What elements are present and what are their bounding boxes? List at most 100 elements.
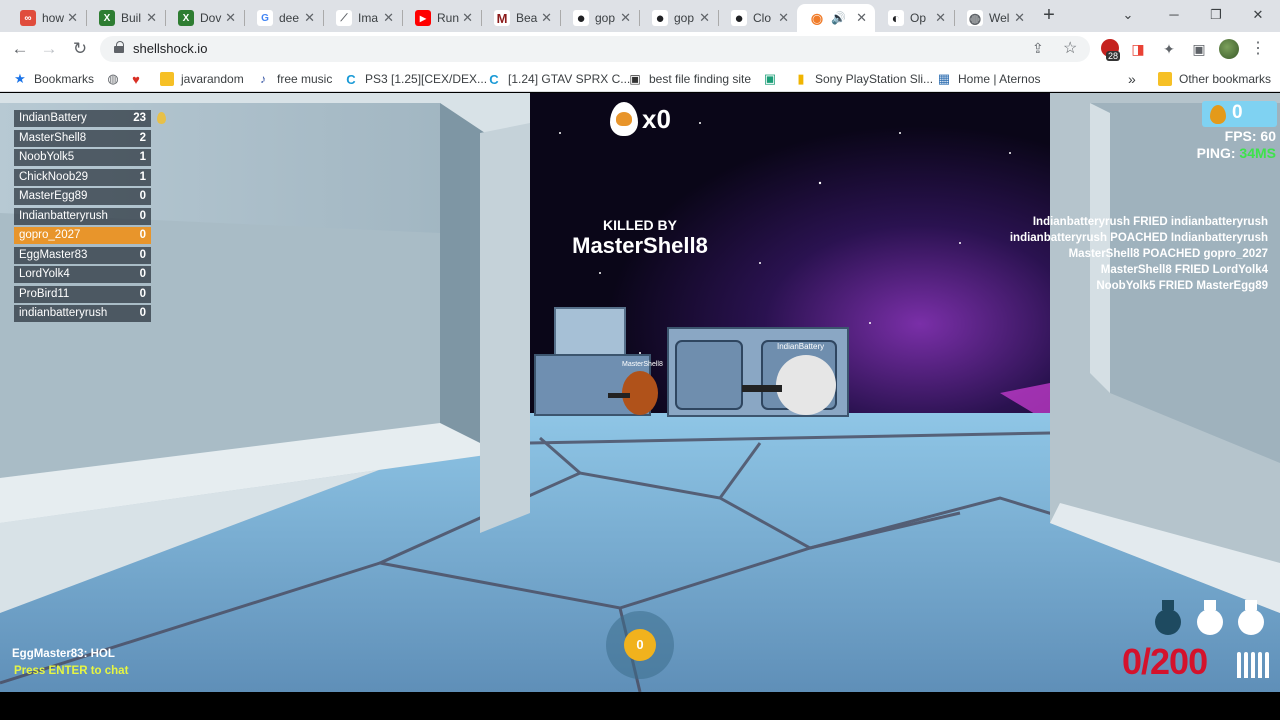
- game-viewport[interactable]: MasterShell8 IndianBattery IndianBattery…: [0, 93, 1280, 692]
- taskbar-strip: [0, 692, 1280, 720]
- bookmark-item[interactable]: ▬ javarandom: [160, 71, 244, 87]
- restore-button[interactable]: ❐: [1196, 4, 1236, 26]
- golden-egg-counter[interactable]: 0: [1202, 101, 1277, 127]
- scoreboard-row: MasterEgg89 0: [14, 188, 151, 205]
- tab-close-icon[interactable]: ✕: [225, 10, 236, 26]
- kill-feed-entry: indianbatteryrush POACHED Indianbatteryr…: [1009, 232, 1268, 244]
- tab-close-icon[interactable]: ✕: [146, 10, 157, 26]
- tab-close-icon[interactable]: ✕: [304, 10, 315, 26]
- tab-strip: ∞ how ✕ X Buil ✕ X Dov ✕ G dee ✕ ⟋ Ima ✕…: [0, 0, 1280, 32]
- scoreboard-row: IndianBattery 23: [14, 110, 166, 127]
- bookmark-item[interactable]: ▦ Home | Aternos: [937, 71, 1041, 87]
- bookmark-item[interactable]: ♥: [129, 71, 150, 87]
- browser-tab[interactable]: ◐ Op ✕: [876, 4, 954, 32]
- reload-button[interactable]: ↻: [69, 38, 91, 60]
- browser-tab[interactable]: ● gop ✕: [561, 4, 639, 32]
- tab-close-icon[interactable]: ✕: [1014, 10, 1025, 26]
- star-icon: ★: [14, 71, 26, 86]
- tab-favicon-icon: ◉: [809, 9, 825, 26]
- ammo-counter: 0/200: [1122, 641, 1208, 682]
- tab-audio-icon[interactable]: 🔊: [831, 11, 851, 25]
- browser-tab[interactable]: ● Clo ✕: [719, 4, 797, 32]
- tab-close-icon[interactable]: ✕: [383, 10, 394, 26]
- player-name: ChickNoob29: [19, 170, 89, 183]
- browser-tab[interactable]: G dee ✕: [245, 4, 323, 32]
- extensions-puzzle-icon[interactable]: ✦: [1159, 39, 1179, 59]
- bookmark-item[interactable]: ▮ Sony PlayStation Sli...: [794, 71, 933, 87]
- player-name: indianbatteryrush: [19, 307, 108, 319]
- bookmark-star-icon[interactable]: ☆: [1063, 38, 1077, 58]
- tab-close-icon[interactable]: ✕: [541, 10, 552, 26]
- tab-title: Ima: [358, 11, 379, 25]
- bookmark-item[interactable]: ★ Bookmarks: [13, 71, 94, 87]
- tab-close-icon[interactable]: ✕: [462, 10, 473, 26]
- browser-tab[interactable]: ▶ Run ✕: [403, 4, 481, 32]
- egg-skull-icon: [610, 102, 638, 136]
- extension-badge: 28: [1106, 51, 1121, 61]
- profile-avatar[interactable]: [1219, 39, 1239, 59]
- tab-close-icon[interactable]: ✕: [699, 10, 710, 26]
- tab-title: gop: [595, 11, 616, 25]
- browser-tab[interactable]: ∞ how ✕: [8, 4, 86, 32]
- more-bookmarks-button[interactable]: »: [1128, 71, 1136, 87]
- browser-tab[interactable]: ◍ Wel ✕: [955, 4, 1033, 32]
- minimize-button[interactable]: ─: [1154, 4, 1194, 26]
- share-icon[interactable]: ⇪: [1032, 40, 1044, 57]
- lock-icon[interactable]: [114, 41, 124, 53]
- bookmark-item[interactable]: ▣: [763, 71, 784, 87]
- tab-title: Op: [910, 11, 927, 25]
- menu-icon[interactable]: ⋮: [1248, 39, 1268, 59]
- player-score: 1: [139, 170, 146, 183]
- extension-color-icon[interactable]: ◨: [1128, 39, 1148, 59]
- tab-title: Wel: [989, 11, 1010, 25]
- bookmark-item[interactable]: ▣ best file finding site: [628, 71, 751, 87]
- bookmark-label: best file finding site: [649, 72, 752, 86]
- new-tab-button[interactable]: +: [1038, 4, 1060, 26]
- player-score: 0: [139, 287, 146, 300]
- bookmark-item[interactable]: C PS3 [1.25][CEX/DEX...: [344, 71, 487, 87]
- tab-close-icon[interactable]: ✕: [67, 10, 78, 26]
- tab-favicon-icon: ●: [652, 10, 668, 27]
- player-name: Indianbatteryrush: [19, 209, 108, 222]
- other-bookmarks[interactable]: Other bookmarks: [1158, 71, 1271, 87]
- url-text[interactable]: shellshock.io: [133, 41, 207, 56]
- browser-tab[interactable]: ⟋ Ima ✕: [324, 4, 402, 32]
- site-c-icon: C: [489, 71, 499, 87]
- bookmark-item[interactable]: ◍: [106, 71, 127, 87]
- tab-close-icon[interactable]: ✕: [935, 10, 946, 26]
- player-name: EggMaster83: [19, 248, 88, 261]
- kill-streak-count: x0: [642, 103, 671, 134]
- music-icon: ♪: [260, 72, 266, 86]
- tab-favicon-icon: ∞: [20, 10, 36, 26]
- side-panel-icon[interactable]: ▣: [1189, 39, 1209, 59]
- bookmark-label: Home | Aternos: [958, 72, 1041, 86]
- site-c-icon: C: [346, 71, 356, 87]
- browser-tab-active[interactable]: ◉ 🔊 ✕: [797, 4, 875, 32]
- tab-title: Run: [437, 11, 460, 25]
- bookmark-item[interactable]: ♪ free music: [256, 71, 332, 87]
- bookmark-item[interactable]: C [1.24] GTAV SPRX C...: [487, 71, 630, 87]
- browser-tab[interactable]: ● gop ✕: [640, 4, 718, 32]
- tab-close-icon[interactable]: ✕: [778, 10, 789, 26]
- browser-tab[interactable]: X Dov ✕: [166, 4, 244, 32]
- scoreboard-row: MasterShell8 2: [14, 129, 151, 147]
- tab-close-icon[interactable]: ✕: [620, 10, 631, 26]
- back-button[interactable]: ←: [9, 38, 31, 60]
- player-name: LordYolk4: [19, 268, 70, 280]
- scoreboard-row: EggMaster83 0: [14, 246, 151, 264]
- browser-tab[interactable]: M Bea ✕: [482, 4, 560, 32]
- bookmark-label: PS3 [1.25][CEX/DEX...: [365, 72, 488, 86]
- kill-streak: x0: [610, 101, 671, 137]
- close-window-button[interactable]: ✕: [1238, 4, 1278, 26]
- forward-button[interactable]: →: [38, 38, 60, 60]
- globe-icon: ◍: [107, 71, 119, 86]
- tab-favicon-icon: ●: [573, 10, 589, 27]
- kill-feed-entry: MasterShell8 POACHED gopro_2027: [1068, 248, 1268, 260]
- scoreboard-row: ProBird11 0: [14, 285, 151, 303]
- tab-close-icon[interactable]: ✕: [856, 10, 867, 26]
- tab-search-button[interactable]: ⌄: [1108, 4, 1148, 26]
- ping-value: 34MS: [1239, 145, 1276, 161]
- address-bar[interactable]: shellshock.io ⇪ ☆: [100, 36, 1090, 62]
- browser-tab[interactable]: X Buil ✕: [87, 4, 165, 32]
- player-score: 0: [139, 229, 146, 241]
